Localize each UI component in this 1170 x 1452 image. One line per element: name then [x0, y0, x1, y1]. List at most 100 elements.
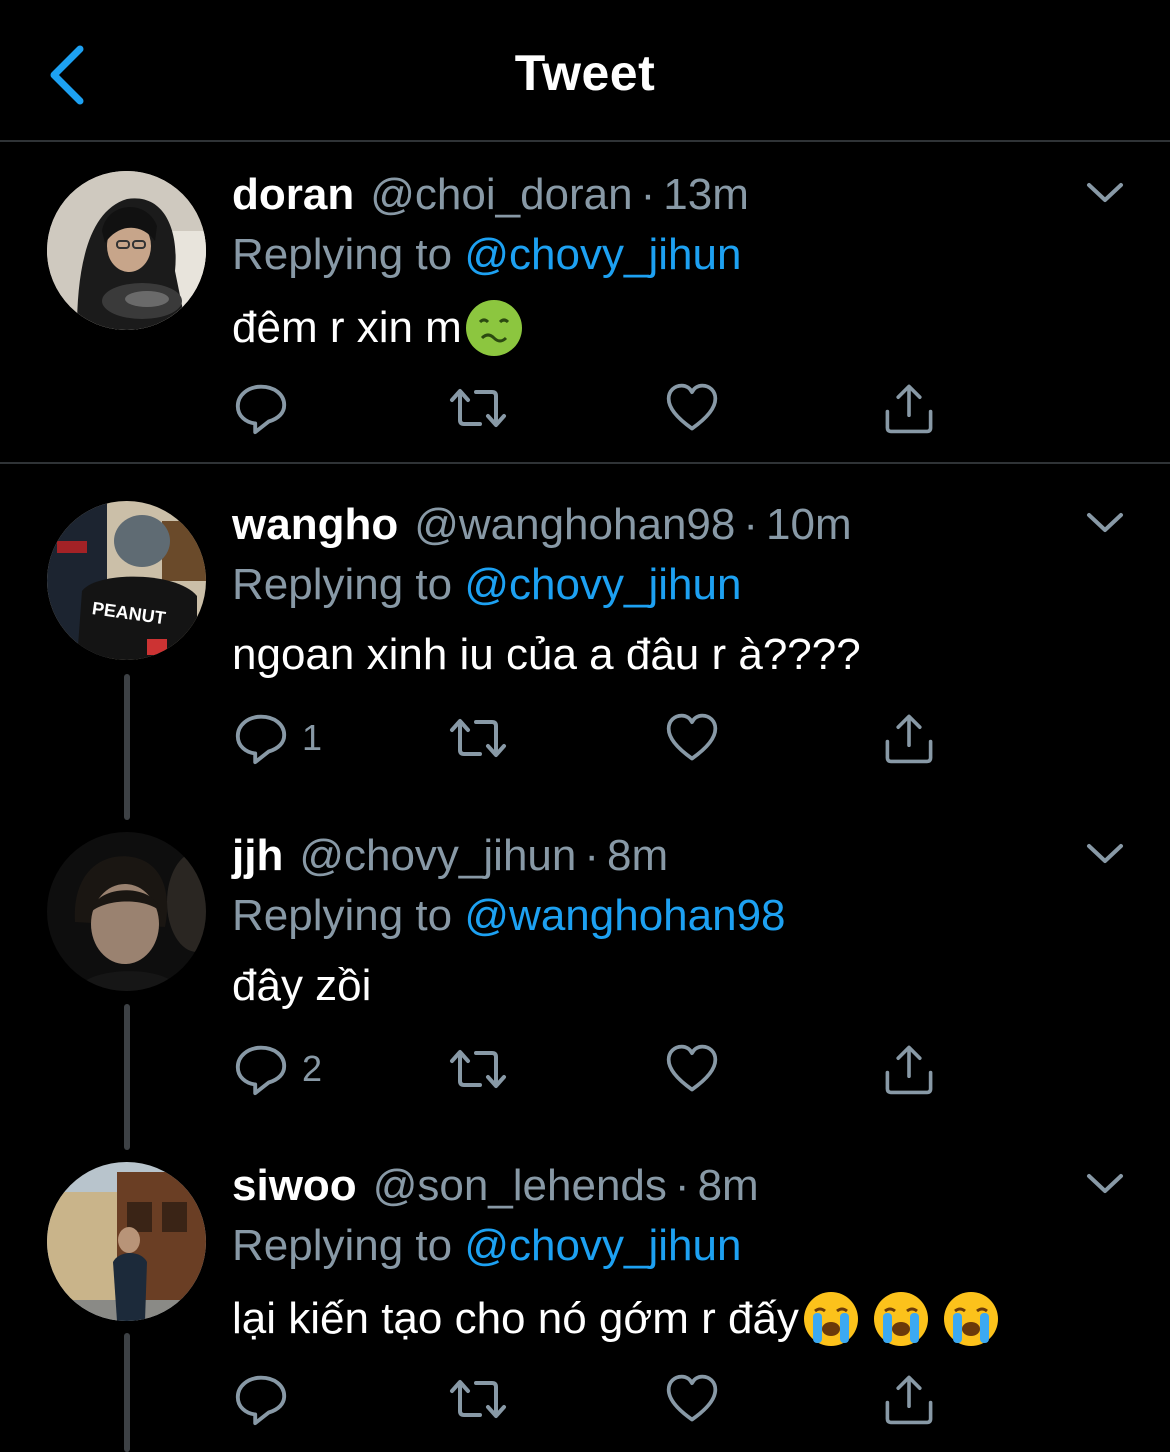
timestamp[interactable]: 8m [607, 831, 668, 881]
like-icon [664, 710, 720, 766]
like-icon [664, 1371, 720, 1427]
tweet-header: doran @choi_doran · 13m [232, 170, 749, 230]
retweet-icon [448, 1039, 508, 1099]
like-button[interactable] [664, 1039, 720, 1099]
replying-to: Replying to @chovy_jihun [232, 230, 741, 280]
tweet-divider [0, 462, 1170, 464]
chevron-down-icon[interactable] [1085, 508, 1125, 538]
tweet-doran[interactable]: doran @choi_doran · 13m Replying to @cho… [0, 160, 1170, 450]
chevron-down-icon[interactable] [1085, 839, 1125, 869]
retweet-button[interactable] [448, 1369, 508, 1429]
tweet-actions [232, 1369, 952, 1429]
loudly-crying-face-emoji [873, 1291, 929, 1347]
tweet-text: lại kiến tạo cho nó gớm r đấy [232, 1291, 1007, 1347]
page-title: Tweet [514, 45, 656, 101]
replying-prefix: Replying to [232, 1221, 453, 1270]
avatar-jjh[interactable] [47, 832, 206, 991]
display-name[interactable]: jjh [232, 831, 283, 881]
like-icon [664, 380, 720, 436]
share-icon [882, 380, 936, 436]
reply-icon [232, 379, 290, 437]
replying-to: Replying to @wanghohan98 [232, 891, 786, 941]
replying-prefix: Replying to [232, 230, 453, 279]
avatar-siwoo[interactable] [47, 1162, 206, 1321]
retweet-icon [448, 378, 508, 438]
replying-prefix: Replying to [232, 891, 453, 940]
tweet-text-content: lại kiến tạo cho nó gớm r đấy [232, 1294, 799, 1343]
avatar-doran[interactable] [47, 171, 206, 330]
mention-link[interactable]: @chovy_jihun [464, 560, 741, 609]
tweet-jjh[interactable]: jjh @chovy_jihun · 8m Replying to @wangh… [0, 821, 1170, 1151]
chevron-down-icon[interactable] [1085, 178, 1125, 208]
tweet-actions: 1 [232, 708, 952, 768]
share-button[interactable] [882, 1039, 936, 1099]
like-button[interactable] [664, 708, 720, 768]
display-name[interactable]: siwoo [232, 1161, 357, 1211]
retweet-icon [448, 708, 508, 768]
loudly-crying-face-emoji [943, 1291, 999, 1347]
like-button[interactable] [664, 1369, 720, 1429]
like-icon [664, 1041, 720, 1097]
reply-count: 1 [302, 717, 323, 758]
retweet-button[interactable] [448, 1039, 508, 1099]
tweet-header: siwoo @son_lehends · 8m [232, 1161, 759, 1221]
tweet-text: đây zồi [232, 961, 371, 1011]
mention-link[interactable]: @chovy_jihun [464, 230, 741, 279]
replying-to: Replying to @chovy_jihun [232, 560, 741, 610]
separator: · [743, 500, 759, 549]
user-handle[interactable]: @choi_doran [370, 170, 632, 220]
tweet-text: đêm r xin m [232, 300, 530, 356]
tweet-actions [232, 378, 952, 438]
separator: · [674, 1161, 690, 1210]
retweet-button[interactable] [448, 378, 508, 438]
share-icon [882, 1371, 936, 1427]
tweet-text-content: đây zồi [232, 961, 372, 1010]
display-name[interactable]: doran [232, 170, 354, 220]
mention-link[interactable]: @wanghohan98 [464, 891, 785, 940]
replying-prefix: Replying to [232, 560, 453, 609]
reply-button[interactable] [232, 378, 302, 438]
tweet-header: jjh @chovy_jihun · 8m [232, 831, 668, 891]
reply-icon [232, 709, 290, 767]
reply-icon [232, 1040, 290, 1098]
user-handle[interactable]: @wanghohan98 [414, 500, 735, 550]
tweet-text-content: ngoan xinh iu của a đâu r à???? [232, 630, 861, 679]
retweet-icon [448, 1369, 508, 1429]
reply-button[interactable]: 1 [232, 708, 322, 768]
timestamp[interactable]: 13m [663, 170, 749, 220]
tweet-wangho[interactable]: PEANUT wangho @wanghohan98 · 10m Replyin… [0, 490, 1170, 820]
timestamp[interactable]: 8m [698, 1161, 759, 1211]
thread-connector [124, 1004, 130, 1150]
tweet-text-content: đêm r xin m [232, 303, 462, 352]
top-bar: Tweet [0, 0, 1170, 142]
reply-button[interactable] [232, 1369, 302, 1429]
retweet-button[interactable] [448, 708, 508, 768]
share-button[interactable] [882, 708, 936, 768]
user-handle[interactable]: @chovy_jihun [299, 831, 576, 881]
like-button[interactable] [664, 378, 720, 438]
separator: · [640, 170, 656, 219]
tweet-siwoo[interactable]: siwoo @son_lehends · 8m Replying to @cho… [0, 1151, 1170, 1452]
separator: · [584, 831, 600, 880]
tweet-text: ngoan xinh iu của a đâu r à???? [232, 630, 861, 680]
share-button[interactable] [882, 378, 936, 438]
reply-icon [232, 1370, 290, 1428]
share-button[interactable] [882, 1369, 936, 1429]
thread-connector [124, 674, 130, 820]
tweet-actions: 2 [232, 1039, 952, 1099]
share-icon [882, 1041, 936, 1097]
reply-button[interactable]: 2 [232, 1039, 322, 1099]
timestamp[interactable]: 10m [766, 500, 852, 550]
loudly-crying-face-emoji [803, 1291, 859, 1347]
avatar-wangho[interactable]: PEANUT [47, 501, 206, 660]
chevron-down-icon[interactable] [1085, 1169, 1125, 1199]
user-handle[interactable]: @son_lehends [373, 1161, 667, 1211]
display-name[interactable]: wangho [232, 500, 398, 550]
share-icon [882, 710, 936, 766]
tweet-header: wangho @wanghohan98 · 10m [232, 500, 852, 560]
thread-connector [124, 1333, 130, 1452]
mention-link[interactable]: @chovy_jihun [464, 1221, 741, 1270]
reply-count: 2 [302, 1048, 323, 1089]
replying-to: Replying to @chovy_jihun [232, 1221, 741, 1271]
nauseated-face-emoji [465, 300, 522, 356]
